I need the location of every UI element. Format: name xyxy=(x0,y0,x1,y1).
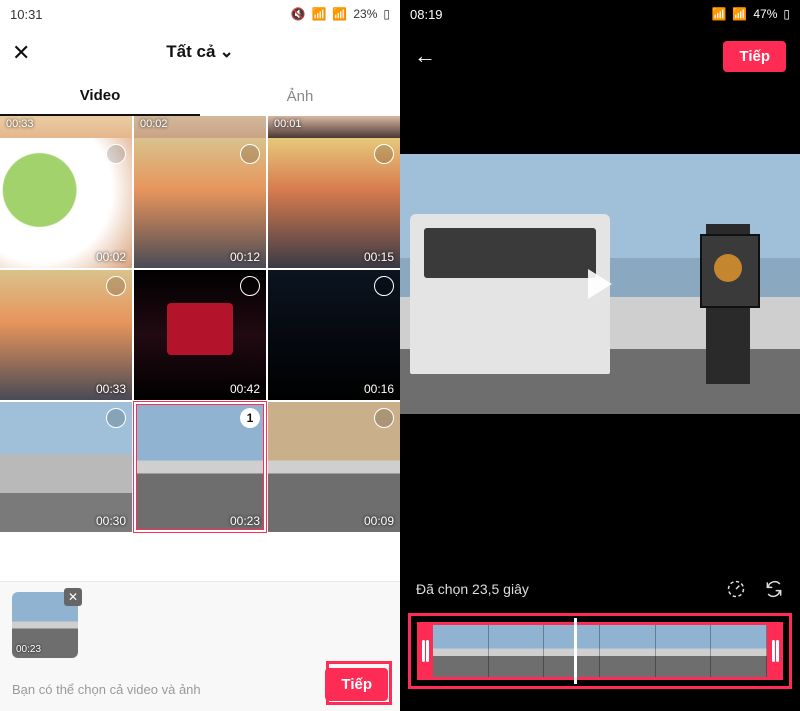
playhead[interactable] xyxy=(574,618,577,684)
chevron-down-icon: ⌄ xyxy=(219,42,233,62)
select-order-badge[interactable]: 1 xyxy=(240,408,260,428)
frame-thumb xyxy=(544,625,600,677)
video-duration: 00:30 xyxy=(96,514,126,528)
back-icon[interactable]: ← xyxy=(414,43,436,69)
video-duration: 00:01 xyxy=(274,118,302,130)
frame-thumb xyxy=(711,625,767,677)
video-duration: 00:33 xyxy=(96,382,126,396)
close-icon[interactable]: ✕ xyxy=(12,40,30,66)
select-circle[interactable] xyxy=(240,144,260,164)
signal-icon: 📶 xyxy=(332,7,347,21)
trim-handle-right[interactable] xyxy=(767,622,783,680)
video-duration: 00:09 xyxy=(364,514,394,528)
selected-thumb[interactable]: ✕ 00:23 xyxy=(12,592,78,658)
selection-bar: ✕ 00:23 Bạn có thể chọn cả video và ảnh … xyxy=(0,581,400,711)
status-time: 10:31 xyxy=(10,7,43,22)
video-thumb[interactable]: 00:42 xyxy=(134,270,266,400)
battery-percent: 23% xyxy=(353,7,377,21)
battery-icon: ▯ xyxy=(783,7,790,21)
video-thumb[interactable]: 00:33 xyxy=(0,270,132,400)
highlight-ring xyxy=(408,613,792,689)
editor-header: ← Tiếp xyxy=(400,28,800,84)
video-thumb[interactable]: 00:02 xyxy=(0,138,132,268)
video-thumb[interactable]: 00:33 xyxy=(0,116,132,138)
next-button[interactable]: Tiếp xyxy=(723,41,786,72)
video-thumb[interactable]: 00:30 xyxy=(0,402,132,532)
status-bar: 10:31 🔇 📶 📶 23% ▯ xyxy=(0,0,400,28)
trim-timeline[interactable] xyxy=(417,622,783,680)
gallery-picker-screen: 10:31 🔇 📶 📶 23% ▯ ✕ Tất cả ⌄ Video Ảnh 0… xyxy=(0,0,400,711)
video-thumb[interactable]: 00:12 xyxy=(134,138,266,268)
media-tabs: Video Ảnh xyxy=(0,76,400,116)
speed-icon[interactable] xyxy=(726,579,746,599)
status-icons: 📶 📶 47% ▯ xyxy=(711,7,790,21)
select-circle[interactable] xyxy=(106,144,126,164)
select-circle[interactable] xyxy=(374,276,394,296)
video-thumb[interactable]: 00:09 xyxy=(268,402,400,532)
rotate-icon[interactable] xyxy=(764,579,784,599)
video-thumb[interactable]: 00:15 xyxy=(268,138,400,268)
video-duration: 00:23 xyxy=(230,514,260,528)
picker-header: ✕ Tất cả ⌄ xyxy=(0,28,400,76)
wifi-icon: 📶 xyxy=(711,7,726,21)
select-circle[interactable] xyxy=(106,276,126,296)
selected-thumb-duration: 00:23 xyxy=(16,644,41,655)
next-button[interactable]: Tiếp xyxy=(325,668,388,701)
preview-art xyxy=(410,214,610,374)
video-duration: 00:02 xyxy=(140,118,168,130)
video-duration: 00:15 xyxy=(364,250,394,264)
tab-video[interactable]: Video xyxy=(0,76,200,116)
video-duration: 00:42 xyxy=(230,382,260,396)
wifi-icon: 📶 xyxy=(311,7,326,21)
status-time: 08:19 xyxy=(410,7,443,22)
video-grid: 00:02 00:12 00:15 00:33 00:42 00:16 xyxy=(0,138,400,532)
hint-text: Bạn có thể chọn cả video và ảnh xyxy=(12,682,201,697)
selected-duration-text: Đã chọn 23,5 giây xyxy=(416,581,529,597)
battery-icon: ▯ xyxy=(383,7,390,21)
play-icon[interactable] xyxy=(588,269,612,299)
trim-editor-screen: 08:19 📶 📶 47% ▯ ← Tiếp Đã chọn 23,5 giây xyxy=(400,0,800,711)
video-thumb[interactable]: 00:16 xyxy=(268,270,400,400)
frame-thumb xyxy=(489,625,545,677)
editor-toolbar: Đã chọn 23,5 giây xyxy=(400,579,800,599)
remove-selected-icon[interactable]: ✕ xyxy=(64,588,82,606)
preview-art xyxy=(706,224,750,384)
trim-handle-left[interactable] xyxy=(417,622,433,680)
video-preview[interactable] xyxy=(400,154,800,414)
frame-thumb xyxy=(433,625,489,677)
video-thumb-selected[interactable]: 1 00:23 xyxy=(134,402,266,532)
frame-thumb xyxy=(656,625,712,677)
video-duration: 00:02 xyxy=(96,250,126,264)
tab-photo[interactable]: Ảnh xyxy=(200,76,400,116)
video-thumb[interactable]: 00:02 xyxy=(134,116,266,138)
select-circle[interactable] xyxy=(240,276,260,296)
select-circle[interactable] xyxy=(106,408,126,428)
select-circle[interactable] xyxy=(374,144,394,164)
signal-icon: 📶 xyxy=(732,7,747,21)
video-duration: 00:33 xyxy=(6,118,34,130)
select-circle[interactable] xyxy=(374,408,394,428)
battery-percent: 47% xyxy=(753,7,777,21)
video-duration: 00:12 xyxy=(230,250,260,264)
timeline-frames[interactable] xyxy=(433,622,767,680)
video-duration: 00:16 xyxy=(364,382,394,396)
status-icons: 🔇 📶 📶 23% ▯ xyxy=(291,7,391,21)
album-dropdown[interactable]: Tất cả ⌄ xyxy=(166,42,233,62)
status-bar: 08:19 📶 📶 47% ▯ xyxy=(400,0,800,28)
mute-icon: 🔇 xyxy=(291,7,306,21)
video-thumb[interactable]: 00:01 xyxy=(268,116,400,138)
grid-partial-row: 00:33 00:02 00:01 xyxy=(0,116,400,138)
frame-thumb xyxy=(600,625,656,677)
album-title: Tất cả xyxy=(166,42,215,62)
